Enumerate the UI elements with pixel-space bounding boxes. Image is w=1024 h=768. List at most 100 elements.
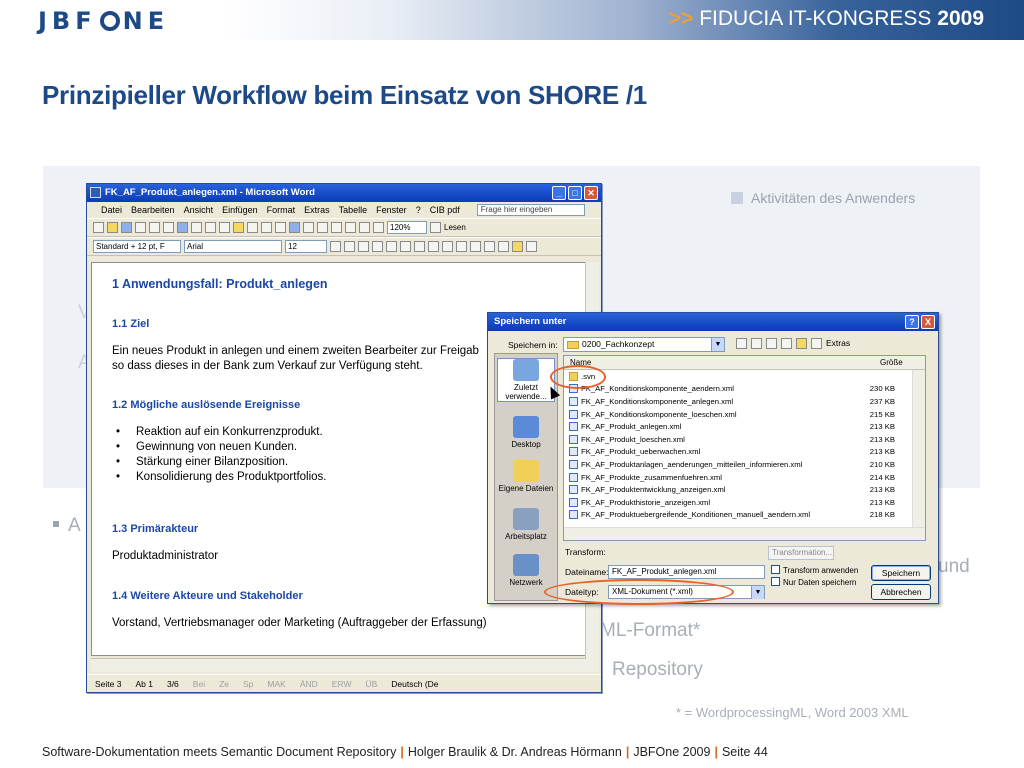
word-titlebar[interactable]: FK_AF_Produkt_anlegen.xml - Microsoft Wo… <box>87 184 601 202</box>
cancel-button[interactable]: Abbrechen <box>871 584 931 600</box>
dialog-close-button[interactable]: X <box>921 315 935 329</box>
back-icon[interactable] <box>736 338 747 349</box>
bullets-icon[interactable] <box>456 241 467 252</box>
menu-einfuegen[interactable]: Einfügen <box>222 205 258 218</box>
delete-icon[interactable] <box>781 338 792 349</box>
file-row[interactable]: FK_AF_Produkte_zusammenfuehren.xml 214 KB <box>564 471 925 484</box>
menu-format[interactable]: Format <box>267 205 296 218</box>
read-icon[interactable] <box>430 222 441 233</box>
search-web-icon[interactable] <box>766 338 777 349</box>
file-list-hscrollbar[interactable] <box>564 527 925 540</box>
preview-icon[interactable] <box>163 222 174 233</box>
menu-datei[interactable]: Datei <box>101 205 122 218</box>
file-row[interactable]: FK_AF_Produktentwicklung_anzeigen.xml 213… <box>564 483 925 496</box>
justify-icon[interactable] <box>414 241 425 252</box>
format-painter-icon[interactable] <box>247 222 258 233</box>
copy-icon[interactable] <box>219 222 230 233</box>
minimize-button[interactable]: _ <box>552 186 566 200</box>
excel-icon[interactable] <box>317 222 328 233</box>
research-icon[interactable] <box>191 222 202 233</box>
permission-icon[interactable] <box>135 222 146 233</box>
file-list-scrollbar[interactable] <box>912 370 925 528</box>
extras-menu[interactable]: Extras <box>826 338 850 349</box>
bold-icon[interactable] <box>330 241 341 252</box>
file-row[interactable]: FK_AF_Konditionskomponente_anlegen.xml 23… <box>564 395 925 408</box>
file-list[interactable]: Name Größe .svn FK_AF_Konditionskomponent… <box>563 355 926 541</box>
border-icon[interactable] <box>498 241 509 252</box>
place-netzwerk[interactable]: Netzwerk <box>497 554 555 587</box>
highlight-icon[interactable] <box>512 241 523 252</box>
chevron-down-icon[interactable]: ▼ <box>711 338 724 351</box>
cut-icon[interactable] <box>205 222 216 233</box>
folder-select[interactable]: 0200_Fachkonzept ▼ <box>563 337 725 352</box>
numbering-icon[interactable] <box>442 241 453 252</box>
paste-icon[interactable] <box>233 222 244 233</box>
menu-extras[interactable]: Extras <box>304 205 330 218</box>
zoom-combo[interactable]: 120% <box>387 221 427 234</box>
undo-icon[interactable] <box>261 222 272 233</box>
file-row[interactable]: FK_AF_Produkt_loeschen.xml 213 KB <box>564 433 925 446</box>
align-right-icon[interactable] <box>400 241 411 252</box>
print-icon[interactable] <box>149 222 160 233</box>
place-recent[interactable]: Zuletzt verwende... <box>497 358 555 402</box>
italic-icon[interactable] <box>344 241 355 252</box>
place-arbeitsplatz[interactable]: Arbeitsplatz <box>497 508 555 541</box>
indent-icon[interactable] <box>484 241 495 252</box>
place-eigene-dateien[interactable]: Eigene Dateien <box>497 460 555 493</box>
menu-bearbeiten[interactable]: Bearbeiten <box>131 205 175 218</box>
underline-icon[interactable] <box>358 241 369 252</box>
dialog-help-button[interactable]: ? <box>905 315 919 329</box>
file-row[interactable]: FK_AF_Konditionskomponente_loeschen.xml 2… <box>564 408 925 421</box>
horizontal-scrollbar[interactable] <box>91 658 586 672</box>
views-icon[interactable] <box>811 338 822 349</box>
column-name[interactable]: Name <box>564 356 874 369</box>
outdent-icon[interactable] <box>470 241 481 252</box>
columns-icon[interactable] <box>331 222 342 233</box>
file-row[interactable]: FK_AF_Produkt_anlegen.xml 213 KB <box>564 420 925 433</box>
file-row[interactable]: FK_AF_Produkthistorie_anzeigen.xml 213 KB <box>564 496 925 509</box>
help-search-input[interactable]: Frage hier eingeben <box>476 204 585 216</box>
font-combo[interactable]: Arial <box>184 240 282 253</box>
align-center-icon[interactable] <box>386 241 397 252</box>
save-button[interactable]: Speichern <box>871 565 931 581</box>
drawing-icon[interactable] <box>345 222 356 233</box>
file-row[interactable]: .svn <box>564 370 925 383</box>
file-row[interactable]: FK_AF_Produkt_ueberwachen.xml 213 KB <box>564 446 925 459</box>
menu-ansicht[interactable]: Ansicht <box>184 205 214 218</box>
file-row[interactable]: FK_AF_Produktanlagen_aenderungen_mitteil… <box>564 458 925 471</box>
menu-cib-pdf[interactable]: CIB pdf <box>430 205 460 218</box>
save-icon[interactable] <box>121 222 132 233</box>
pilcrow-icon[interactable] <box>373 222 384 233</box>
font-color-icon[interactable] <box>526 241 537 252</box>
close-button[interactable]: ✕ <box>584 186 598 200</box>
maximize-button[interactable]: □ <box>568 186 582 200</box>
docmap-icon[interactable] <box>359 222 370 233</box>
open-icon[interactable] <box>107 222 118 233</box>
up-folder-icon[interactable] <box>751 338 762 349</box>
style-combo[interactable]: Standard + 12 pt, F <box>93 240 181 253</box>
file-row[interactable]: FK_AF_Produktuebergreifende_Konditionen_… <box>564 509 925 522</box>
new-doc-icon[interactable] <box>93 222 104 233</box>
read-button[interactable]: Lesen <box>444 223 466 232</box>
new-folder-icon[interactable] <box>796 338 807 349</box>
menu-fenster[interactable]: Fenster <box>376 205 407 218</box>
align-left-icon[interactable] <box>372 241 383 252</box>
line-spacing-icon[interactable] <box>428 241 439 252</box>
menu-tabelle[interactable]: Tabelle <box>339 205 368 218</box>
hyperlink-icon[interactable] <box>289 222 300 233</box>
save-dialog-titlebar[interactable]: Speichern unter ? X <box>488 313 938 331</box>
place-desktop[interactable]: Desktop <box>497 416 555 449</box>
spellcheck-icon[interactable] <box>177 222 188 233</box>
transformation-input[interactable]: Transformation... <box>768 546 834 560</box>
nurdaten-checkbox[interactable]: Nur Daten speichern <box>771 577 856 587</box>
save-as-dialog[interactable]: Speichern unter ? X Speichern in: 0200_F… <box>487 312 939 604</box>
size-combo[interactable]: 12 <box>285 240 327 253</box>
table-icon[interactable] <box>303 222 314 233</box>
menu-help[interactable]: ? <box>416 205 421 218</box>
filename-input[interactable]: FK_AF_Produkt_anlegen.xml <box>608 565 765 579</box>
transform-checkbox[interactable]: Transform anwenden <box>771 565 858 575</box>
column-size[interactable]: Größe <box>874 356 903 369</box>
chevron-down-icon[interactable]: ▼ <box>751 586 764 599</box>
file-row[interactable]: FK_AF_Konditionskomponente_aendern.xml 23… <box>564 383 925 396</box>
redo-icon[interactable] <box>275 222 286 233</box>
